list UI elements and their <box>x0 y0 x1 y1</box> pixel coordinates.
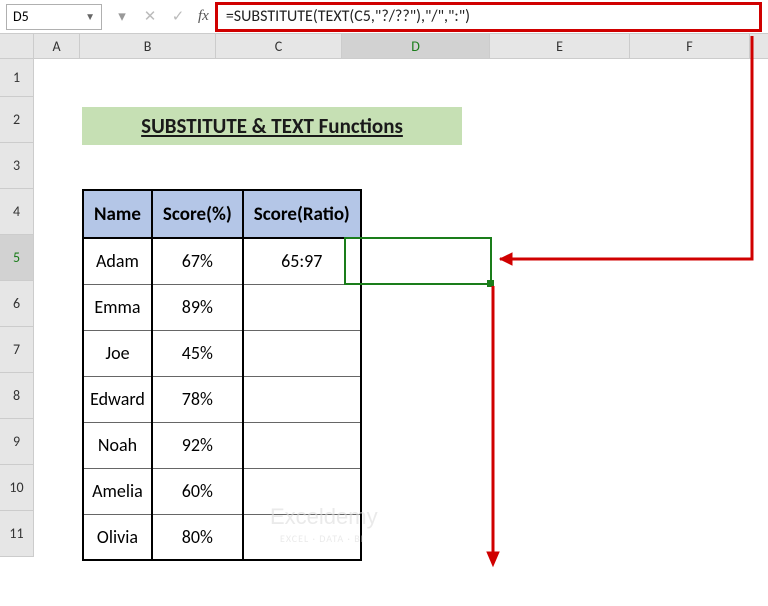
watermark: Exceldemy <box>270 504 378 530</box>
annotation-arrow-filldown <box>0 34 768 606</box>
name-box-value: D5 <box>13 8 29 25</box>
cancel-icon[interactable]: ✕ <box>136 4 164 30</box>
function-dropdown-icon[interactable]: ▾ <box>108 4 136 30</box>
formula-text: =SUBSTITUTE(TEXT(C5,"?/??"),"/",":") <box>226 7 470 26</box>
fx-icon[interactable]: fx <box>192 8 215 25</box>
formula-bar: D5 ▼ ▾ ✕ ✓ fx =SUBSTITUTE(TEXT(C5,"?/??"… <box>0 0 768 34</box>
watermark-sub: EXCEL · DATA · BI <box>280 532 364 545</box>
enter-icon[interactable]: ✓ <box>164 4 192 30</box>
name-box[interactable]: D5 ▼ <box>6 4 102 30</box>
chevron-down-icon[interactable]: ▼ <box>85 10 95 23</box>
spreadsheet-grid: ABCDEF 1234567891011 SUBSTITUTE & TEXT F… <box>0 34 768 569</box>
formula-input[interactable]: =SUBSTITUTE(TEXT(C5,"?/??"),"/",":") <box>215 2 762 32</box>
